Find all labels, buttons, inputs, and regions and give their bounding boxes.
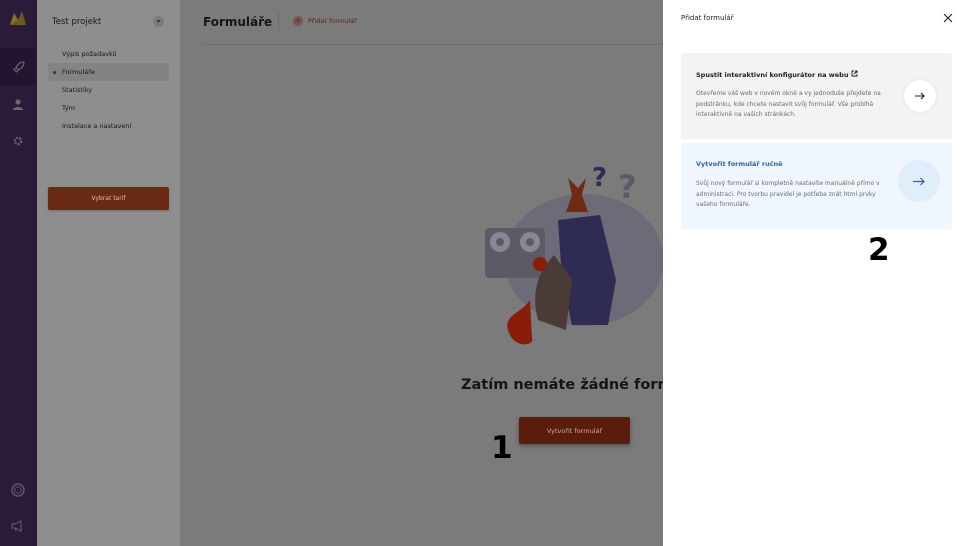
sidebar-item-forms[interactable]: Formuláře — [48, 63, 169, 81]
header-divider — [203, 44, 663, 45]
annotation-marker-1: 1 — [491, 430, 513, 466]
project-sidebar: Test projekt ▾ Výpis požadavků Formuláře… — [37, 0, 180, 546]
page-title: Formuláře — [203, 15, 273, 29]
gear-icon[interactable] — [9, 132, 27, 150]
rocket-icon[interactable] — [0, 48, 37, 86]
sidebar-item-team[interactable]: Tým — [48, 99, 169, 117]
add-form-label: Přidat formulář — [308, 17, 357, 25]
arrow-right-icon[interactable] — [903, 79, 937, 113]
help-ring-icon[interactable] — [9, 481, 27, 499]
sidebar-item-statistics[interactable]: Statistiky — [48, 81, 169, 99]
plus-icon: + — [293, 16, 303, 26]
svg-text:?: ? — [618, 168, 637, 206]
main-content: Formuláře + Přidat formulář ? ? Zatím ne… — [180, 0, 664, 546]
icon-rail — [0, 0, 37, 546]
card-title-text: Spustit interaktivní konfigurátor na web… — [696, 70, 849, 79]
svg-text:?: ? — [592, 163, 607, 193]
create-form-button[interactable]: Vytvořit formulář — [519, 417, 630, 444]
project-name[interactable]: Test projekt — [52, 17, 101, 27]
interactive-configurator-card[interactable]: Spustit interaktivní konfigurátor na web… — [681, 53, 952, 139]
empty-state-illustration: ? ? — [480, 160, 670, 355]
chevron-down-icon[interactable]: ▾ — [153, 16, 164, 27]
sidebar-item-installation[interactable]: Instalace a nastavení — [48, 117, 169, 135]
logo-icon[interactable] — [9, 10, 27, 26]
card-description: Otevřeme váš web v novém okně a vy jedno… — [696, 90, 881, 118]
user-icon[interactable] — [9, 95, 27, 113]
close-icon[interactable] — [941, 11, 955, 25]
empty-state-title: Zatím nemáte žádné formuláře — [461, 377, 663, 393]
manual-form-card[interactable]: Vytvořit formulář ručně Svůj nový formul… — [681, 143, 952, 229]
megaphone-icon[interactable] — [9, 517, 27, 535]
arrow-right-icon[interactable] — [898, 160, 940, 202]
sidebar-item-requests[interactable]: Výpis požadavků — [48, 45, 169, 63]
add-form-panel: Přidat formulář Spustit interaktivní kon… — [663, 0, 970, 546]
card-title: Vytvořit formulář ručně — [696, 160, 783, 168]
card-description: Svůj nový formulář si kompletně nastavít… — [696, 180, 880, 208]
title-divider — [278, 13, 279, 31]
choose-tariff-button[interactable]: Vybrat tarif — [48, 187, 169, 210]
sidebar-nav: Výpis požadavků Formuláře Statistiky Tým… — [48, 45, 169, 135]
panel-title: Přidat formulář — [681, 14, 734, 22]
add-form-link[interactable]: + Přidat formulář — [293, 16, 357, 26]
annotation-marker-2: 2 — [868, 232, 890, 268]
card-title: Spustit interaktivní konfigurátor na web… — [696, 70, 858, 79]
external-link-icon — [851, 70, 858, 79]
